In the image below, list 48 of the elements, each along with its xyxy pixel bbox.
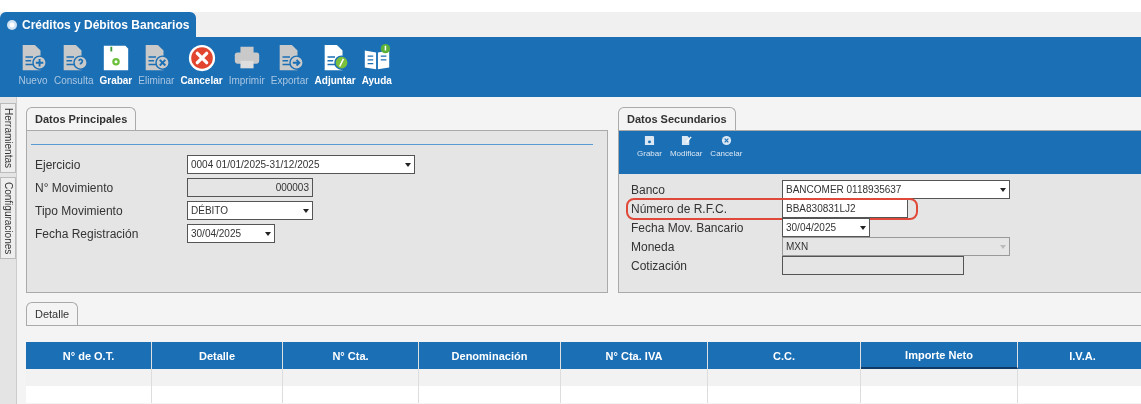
column-header[interactable]: Importe Neto: [861, 342, 1018, 369]
panel-tab[interactable]: Detalle: [26, 302, 79, 325]
caret-icon: [405, 162, 411, 167]
save-button[interactable]: Grabar: [635, 135, 664, 174]
input-field[interactable]: [782, 256, 964, 275]
save-button[interactable]: Grabar: [97, 43, 135, 86]
caret-icon: [265, 231, 271, 236]
field-label: Fecha Registración: [35, 226, 140, 241]
caret-icon: [1000, 187, 1006, 192]
panel-tab[interactable]: Datos Principales: [26, 107, 137, 130]
field-label: Banco: [631, 182, 667, 197]
field-label: Ejercicio: [35, 157, 82, 172]
edit-button[interactable]: Modificar: [667, 135, 705, 174]
field-label: Número de R.F.C.: [631, 201, 729, 216]
help-button[interactable]: Ayuda: [359, 43, 394, 86]
side-tab[interactable]: Configuraciones: [0, 177, 16, 260]
column-header[interactable]: I.V.A.: [1018, 342, 1141, 369]
dropdown-field[interactable]: 30/04/2025: [782, 218, 870, 237]
column-header[interactable]: N° de O.T.: [26, 342, 152, 369]
attach-button[interactable]: Adjuntar: [312, 43, 358, 86]
cancel-icon: [720, 135, 732, 146]
dropdown-field[interactable]: BANCOMER 0118935637: [782, 180, 1010, 199]
cancel-button[interactable]: Cancelar: [178, 43, 225, 86]
field-label: Tipo Movimiento: [35, 203, 124, 218]
column-header[interactable]: Detalle: [152, 342, 283, 369]
dropdown-field[interactable]: 0004 01/01/2025-31/12/2025: [187, 155, 415, 174]
window-tab[interactable]: Créditos y Débitos Bancarios: [0, 12, 196, 37]
input-field[interactable]: 000003: [187, 178, 313, 197]
field-label: Moneda: [631, 239, 676, 254]
side-tab[interactable]: Herramientas: [0, 103, 16, 174]
panel-tab[interactable]: Datos Secundarios: [618, 107, 736, 130]
column-header[interactable]: N° Cta. IVA: [561, 342, 708, 369]
field-label: Fecha Mov. Bancario: [631, 220, 745, 235]
column-header[interactable]: Denominación: [419, 342, 561, 369]
column-header[interactable]: C.C.: [708, 342, 861, 369]
window-title: Créditos y Débitos Bancarios: [22, 17, 190, 32]
field-label: Cotización: [631, 258, 689, 273]
field-label: N° Movimiento: [35, 180, 115, 195]
caret-icon: [860, 225, 866, 230]
caret-icon: [303, 208, 309, 213]
app-icon: [6, 18, 18, 31]
caret-icon: [1000, 244, 1006, 249]
dropdown-field[interactable]: DÉBITO: [187, 201, 313, 220]
document-icon: [680, 135, 692, 146]
dropdown-field[interactable]: 30/04/2025: [187, 224, 275, 243]
cancel-button[interactable]: Cancelar: [708, 135, 745, 174]
cancel-icon: [186, 43, 217, 73]
column-header[interactable]: N° Cta.: [283, 342, 419, 369]
